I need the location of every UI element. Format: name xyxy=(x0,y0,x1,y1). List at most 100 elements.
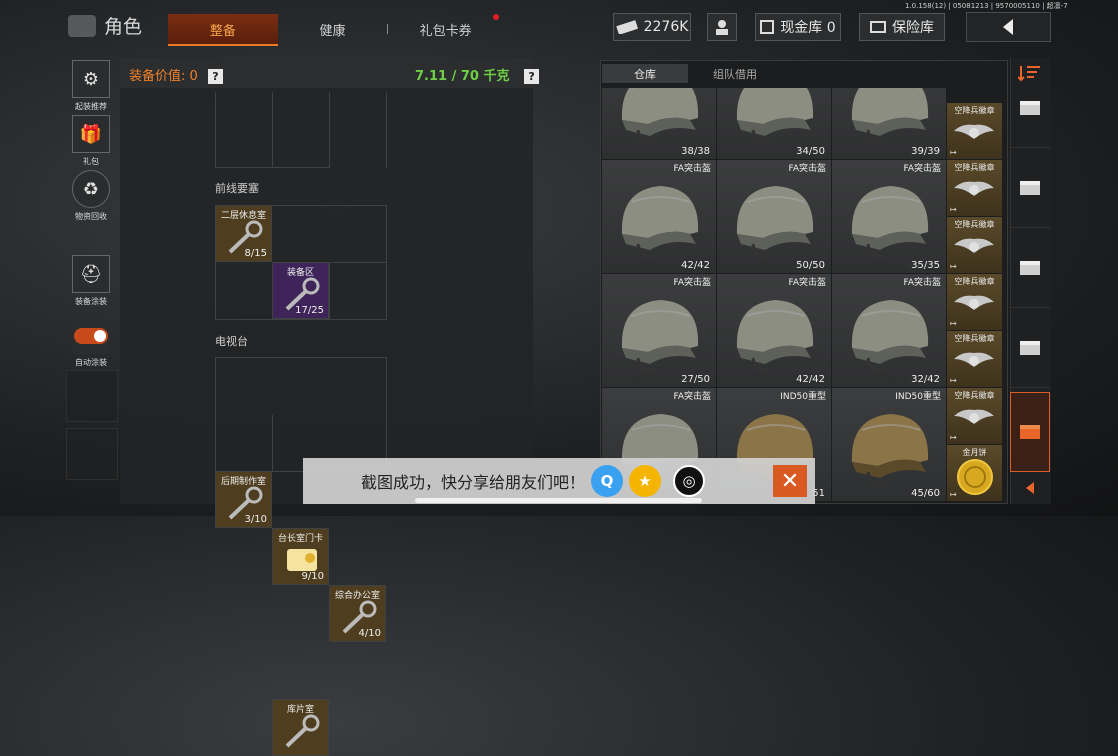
item-count: 35/35 xyxy=(911,260,940,271)
badge-name: 空降兵徽章 xyxy=(954,106,995,115)
mooncake-icon xyxy=(957,459,993,495)
item-count: 42/42 xyxy=(681,260,710,271)
badge-name: 空降兵徽章 xyxy=(954,163,995,172)
weight-help-icon[interactable]: ? xyxy=(524,69,540,84)
badge-name: 空降兵徽章 xyxy=(954,220,995,229)
notification-dot xyxy=(493,14,499,20)
tab-gift-cards[interactable]: 礼包卡券 xyxy=(388,14,503,44)
storage-box-tab[interactable] xyxy=(1010,68,1050,148)
item-count: 27/50 xyxy=(681,374,710,385)
tab-health[interactable]: 健康 xyxy=(278,14,388,44)
badge-arrow-icon: ↦ xyxy=(950,490,957,499)
item-count: 34/50 xyxy=(796,146,825,157)
empty-menu-slot xyxy=(66,370,118,422)
storage-item[interactable]: FA突击盔 42/42 xyxy=(602,160,717,274)
storage-box-tab[interactable] xyxy=(1010,148,1050,228)
tab-equipment[interactable]: 整备 xyxy=(168,14,278,46)
toggle-switch[interactable] xyxy=(74,328,108,344)
storage-item[interactable]: FA突击盔 32/42 xyxy=(832,274,947,388)
storage-item[interactable]: 34/50 xyxy=(717,88,832,160)
gift-button[interactable]: 🎁 礼包 xyxy=(66,115,116,167)
helmet-icon xyxy=(621,186,699,258)
storage-item[interactable]: FA突击盔 42/42 xyxy=(717,274,832,388)
helmet-icon xyxy=(621,300,699,372)
storage-box-tab[interactable] xyxy=(1010,308,1050,388)
wings-badge-icon xyxy=(954,181,994,196)
item-name: FA突击盔 xyxy=(788,164,826,174)
badge-arrow-icon: ↦ xyxy=(950,433,957,442)
item-count: 38/38 xyxy=(681,146,710,157)
helmet-icon xyxy=(736,300,814,372)
badge-arrow-icon: ↦ xyxy=(950,205,957,214)
storage-box-tab-active[interactable] xyxy=(1010,392,1050,472)
safe-box-button[interactable]: 保险库 xyxy=(859,13,945,41)
section-title: 电视台 xyxy=(215,335,248,348)
badge-item[interactable]: 空降兵徽章 ↦ xyxy=(947,331,1002,388)
badge-name: 空降兵徽章 xyxy=(954,277,995,286)
key-grid-empty xyxy=(215,92,387,168)
equipment-value: 装备价值: 0 ? xyxy=(129,65,223,84)
key-item[interactable]: 后期制作室 3/10 xyxy=(215,471,272,528)
cash-vault-button[interactable]: 现金库 0 xyxy=(755,13,841,41)
back-button[interactable] xyxy=(966,12,1051,42)
back-arrow-icon xyxy=(1002,19,1013,35)
badge-item[interactable]: 空降兵徽章 ↦ xyxy=(947,274,1002,331)
version-info: 1.0.158(12) | 05081213 | 9570005110 | 超凛… xyxy=(905,2,1068,10)
value-help-icon[interactable]: ? xyxy=(207,69,223,84)
tab-team-borrow[interactable]: 组队借用 xyxy=(690,64,780,83)
item-name: FA突击盔 xyxy=(788,278,826,288)
storage-grid: 38/38 34/50 39/39 FA突击盔 42/42 FA突击盔 50/50 … xyxy=(602,88,1006,502)
wings-badge-icon xyxy=(954,124,994,139)
recycle-button[interactable]: ♻ 物资回收 xyxy=(66,170,116,222)
currency-display[interactable]: 2276K xyxy=(613,13,691,41)
home-indicator xyxy=(415,498,702,503)
storage-item[interactable]: FA突击盔 27/50 xyxy=(602,274,717,388)
close-icon[interactable]: ✕ xyxy=(773,465,807,497)
helmet-icon xyxy=(851,186,929,258)
box-icon xyxy=(1020,425,1040,439)
box-icon xyxy=(1020,180,1040,195)
toast-message: 截图成功，快分享给朋友们吧！ xyxy=(361,473,586,492)
badge-item[interactable]: 金月饼 ↦ xyxy=(947,445,1002,502)
key-grid xyxy=(215,357,387,472)
qzone-icon[interactable]: ★ xyxy=(629,465,662,497)
collapse-arrow-icon[interactable] xyxy=(1022,480,1038,496)
recycle-icon: ♻ xyxy=(72,170,110,208)
qq-icon[interactable]: Q xyxy=(591,465,624,497)
operator-button[interactable] xyxy=(707,13,737,41)
auto-paint-toggle[interactable]: 自动涂装 xyxy=(66,318,116,368)
storage-box-tab[interactable] xyxy=(1010,228,1050,308)
key-item[interactable]: 台长室门卡 9/10 xyxy=(272,528,329,585)
storage-item[interactable]: FA突击盔 50/50 xyxy=(717,160,832,274)
item-name: FA突击盔 xyxy=(903,164,941,174)
badge-name: 空降兵徽章 xyxy=(954,334,995,343)
heavy-helmet-icon xyxy=(851,414,929,486)
item-count: 45/60 xyxy=(911,488,940,499)
helmet-icon xyxy=(621,88,699,144)
item-name: IND50重型 xyxy=(780,392,826,402)
moments-icon[interactable]: ◎ xyxy=(673,465,706,497)
storage-item[interactable]: 38/38 xyxy=(602,88,717,160)
storage-item[interactable]: FA突击盔 35/35 xyxy=(832,160,947,274)
key-item[interactable]: 二层休息室 8/15 xyxy=(215,205,272,262)
badge-item[interactable]: 空降兵徽章 ↦ xyxy=(947,217,1002,274)
key-item[interactable]: 装备区 17/25 xyxy=(272,262,329,319)
badge-item[interactable]: 空降兵徽章 ↦ xyxy=(947,160,1002,217)
gun-icon: ⚙ xyxy=(72,60,110,98)
badge-arrow-icon: ↦ xyxy=(950,376,957,385)
item-count: 50/50 xyxy=(796,260,825,271)
wings-badge-icon xyxy=(954,238,994,253)
storage-item[interactable]: 39/39 xyxy=(832,88,947,160)
badge-item[interactable]: 空降兵徽章 ↦ xyxy=(947,103,1002,160)
badge-item[interactable]: 空降兵徽章 ↦ xyxy=(947,388,1002,445)
loadout-recommend-button[interactable]: ⚙ 起装推荐 xyxy=(66,60,116,112)
weight-display: 7.11 / 70 千克 ? xyxy=(415,65,540,84)
item-count: 39/39 xyxy=(911,146,940,157)
item-count: 32/42 xyxy=(911,374,940,385)
wings-badge-icon xyxy=(954,295,994,310)
tab-storage[interactable]: 仓库 xyxy=(602,64,688,83)
storage-item[interactable]: IND50重型 45/60 xyxy=(832,388,947,502)
key-item[interactable]: 综合办公室 4/10 xyxy=(329,585,386,642)
equipment-paint-button[interactable]: ⛑ 装备涂装 xyxy=(66,255,116,307)
key-item[interactable]: 库片室 xyxy=(272,699,329,756)
